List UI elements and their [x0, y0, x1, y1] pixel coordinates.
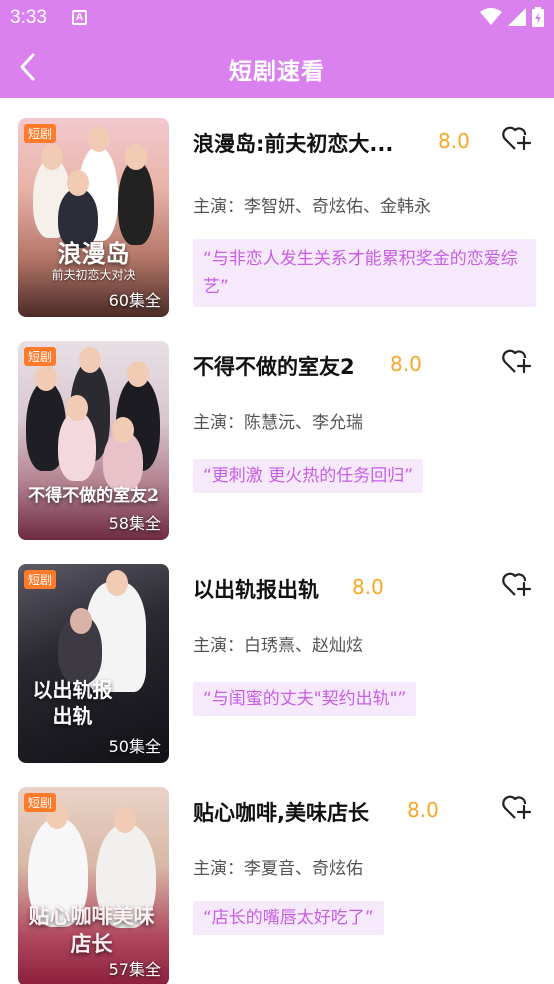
poster-subtitle: 前夫初恋大对决 [51, 268, 136, 282]
drama-quote: “与闺蜜的丈夫"契约出轨"” [193, 682, 417, 716]
wifi-icon [480, 8, 502, 25]
drama-poster[interactable]: 短剧 贴心咖啡美味店长 57集全 [18, 787, 169, 984]
drama-name[interactable]: 贴心咖啡,美味店长 [193, 797, 369, 827]
episode-count: 57集全 [108, 960, 161, 979]
episode-count: 58集全 [108, 514, 161, 533]
drama-score: 8.0 [438, 129, 470, 153]
drama-cast: 主演：李夏音、奇炫佑 [193, 859, 363, 879]
status-bar: 3:33 A [0, 0, 554, 36]
category-tag: 短剧 [24, 347, 57, 366]
episode-count: 60集全 [108, 291, 161, 310]
poster-title: 不得不做的室友2 [28, 486, 159, 506]
status-icons [480, 7, 544, 27]
favorite-heart-icon[interactable] [500, 122, 534, 156]
drama-item[interactable]: 短剧 贴心咖啡美味店长 57集全 贴心咖啡,美味店长 8.0 主演：李夏音、奇炫… [0, 767, 554, 984]
drama-item[interactable]: 短剧 浪漫岛 前夫初恋大对决 60集全 浪漫岛:前夫初恋大... 8.0 主演：… [0, 98, 554, 321]
category-tag: 短剧 [24, 570, 57, 589]
drama-score: 8.0 [407, 798, 439, 822]
drama-info: 以出轨报出轨 8.0 主演：白琇熹、赵灿炫 “与闺蜜的丈夫"契约出轨"” [193, 564, 540, 716]
status-time: 3:33 [10, 7, 47, 28]
signal-icon [508, 8, 526, 26]
drama-info: 浪漫岛:前夫初恋大... 8.0 主演：李智妍、奇炫佑、金韩永 “与非恋人发生关… [193, 118, 540, 307]
drama-score: 8.0 [390, 352, 422, 376]
favorite-heart-icon[interactable] [500, 568, 534, 602]
drama-cast: 主演：陈慧沅、李允瑞 [193, 413, 363, 433]
category-tag: 短剧 [24, 793, 57, 812]
notification-a-icon: A [72, 10, 87, 25]
drama-info: 不得不做的室友2 8.0 主演：陈慧沅、李允瑞 “更刺激 更火热的任务回归” [193, 341, 540, 493]
drama-item[interactable]: 短剧 不得不做的室友2 58集全 不得不做的室友2 8.0 主演：陈慧沅、李允瑞… [0, 321, 554, 544]
favorite-heart-icon[interactable] [500, 345, 534, 379]
drama-name[interactable]: 以出轨报出轨 [193, 574, 319, 604]
drama-quote: “更刺激 更火热的任务回归” [193, 459, 424, 493]
drama-cast: 主演：白琇熹、赵灿炫 [193, 636, 363, 656]
favorite-heart-icon[interactable] [500, 791, 534, 825]
drama-info: 贴心咖啡,美味店长 8.0 主演：李夏音、奇炫佑 “店长的嘴唇太好吃了” [193, 787, 540, 935]
drama-name[interactable]: 浪漫岛:前夫初恋大... [193, 128, 393, 158]
poster-title: 浪漫岛 [57, 239, 130, 268]
drama-quote: “店长的嘴唇太好吃了” [193, 901, 384, 935]
drama-name[interactable]: 不得不做的室友2 [193, 351, 355, 381]
app-bar: 短剧速看 [0, 36, 554, 98]
drama-poster[interactable]: 短剧 浪漫岛 前夫初恋大对决 60集全 [18, 118, 169, 317]
drama-item[interactable]: 短剧 以出轨报出轨 50集全 以出轨报出轨 8.0 主演：白琇熹、赵灿炫 “与闺… [0, 544, 554, 767]
drama-poster[interactable]: 短剧 不得不做的室友2 58集全 [18, 341, 169, 540]
category-tag: 短剧 [24, 124, 57, 143]
drama-score: 8.0 [352, 575, 384, 599]
battery-icon [532, 7, 544, 27]
poster-title: 以出轨报出轨 [32, 678, 113, 728]
page-title: 短剧速看 [229, 59, 325, 85]
drama-quote: “与非恋人发生关系才能累积奖金的恋爱综艺” [193, 239, 536, 307]
episode-count: 50集全 [108, 737, 161, 756]
drama-poster[interactable]: 短剧 以出轨报出轨 50集全 [18, 564, 169, 763]
drama-cast: 主演：李智妍、奇炫佑、金韩永 [193, 197, 431, 217]
poster-title: 贴心咖啡美味店长 [28, 903, 155, 956]
